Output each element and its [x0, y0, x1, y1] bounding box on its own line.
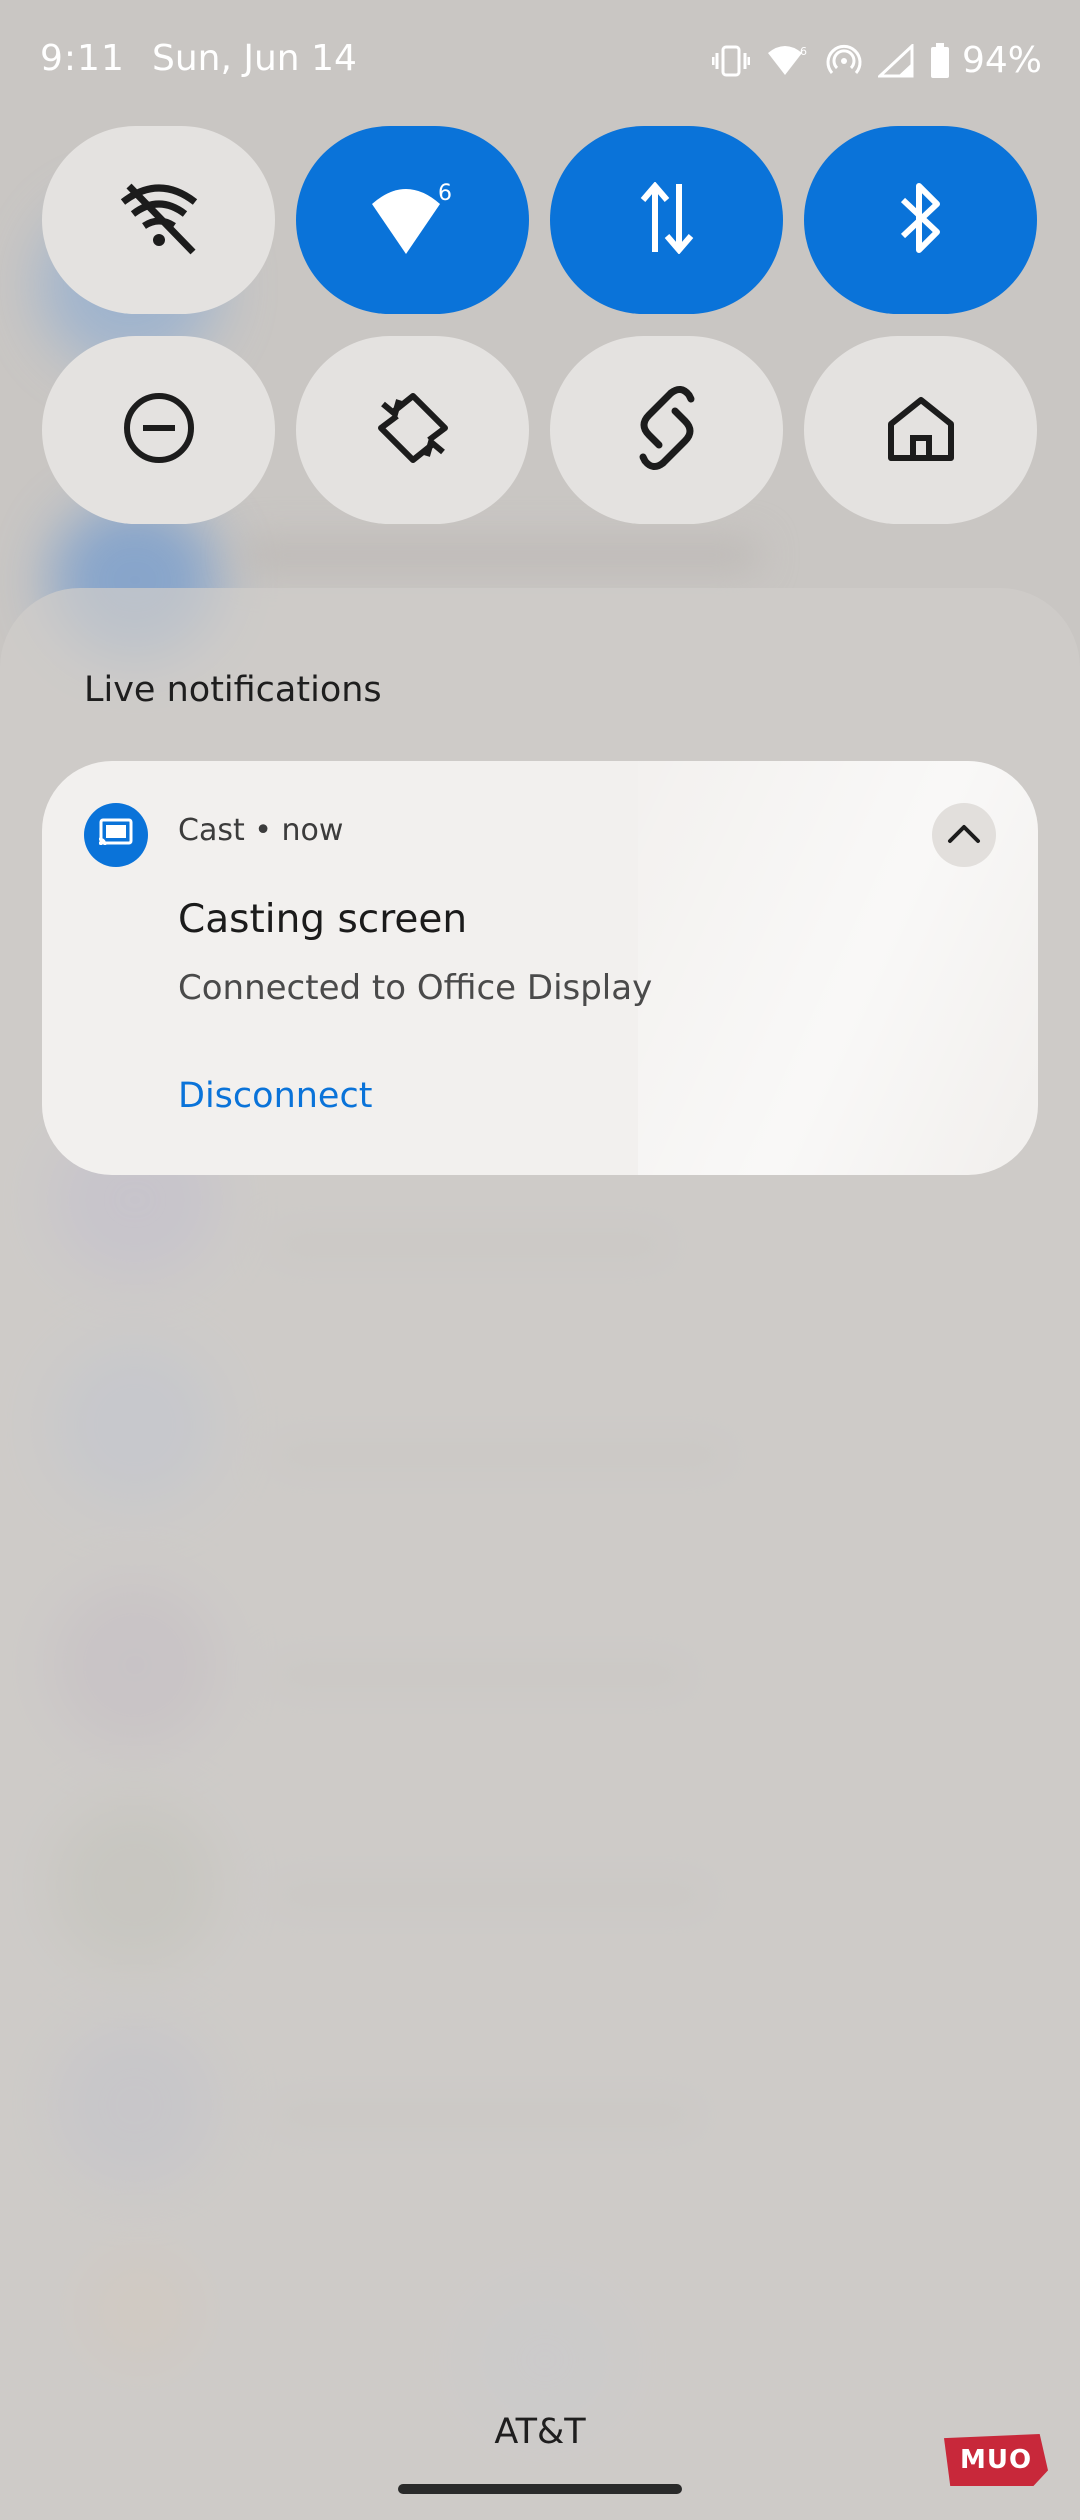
bluetooth-icon — [895, 180, 947, 260]
signal-icon — [877, 43, 914, 78]
wifi-off-icon — [117, 180, 201, 260]
home-indicator[interactable] — [398, 2484, 682, 2494]
vibrate-icon — [711, 44, 750, 78]
rotate-icon — [375, 390, 451, 470]
chevron-up-icon — [947, 822, 981, 848]
cast-icon — [97, 817, 135, 853]
qs-tile-auto-rotate[interactable] — [296, 336, 529, 524]
minus-circle-icon — [121, 390, 197, 470]
status-icons: 6 94% — [711, 40, 1042, 81]
disconnect-button[interactable]: Disconnect — [178, 1076, 372, 1116]
wifi-6-icon: 6 — [766, 43, 810, 79]
carrier-label: AT&T — [494, 2412, 586, 2452]
battery-icon — [930, 42, 950, 79]
qs-tile-do-not-disturb[interactable] — [42, 336, 275, 524]
notification-title: Casting screen — [178, 897, 468, 942]
notification-meta: Cast • now — [178, 813, 343, 848]
collapse-button[interactable] — [932, 803, 996, 867]
qs-tile-wifi-6[interactable]: 6 — [296, 126, 529, 314]
qs-tile-home[interactable] — [804, 336, 1037, 524]
qs-tile-wifi-off[interactable] — [42, 126, 275, 314]
battery-percent: 94% — [961, 40, 1042, 81]
hotspot-icon — [826, 43, 862, 79]
app-name: Cast — [178, 813, 245, 848]
qs-tile-link[interactable] — [550, 336, 783, 524]
link-icon — [631, 385, 703, 475]
watermark-logo: MUO — [944, 2434, 1048, 2486]
qs-tile-mobile-data[interactable] — [550, 126, 783, 314]
status-bar: 9:11 Sun, Jun 14 6 94% — [0, 0, 1080, 125]
data-arrows-icon — [637, 181, 697, 258]
meta-separator: • — [254, 813, 272, 848]
notification-text: Connected to Office Display — [178, 968, 653, 1008]
svg-text:6: 6 — [800, 45, 807, 58]
qs-tile-bluetooth[interactable] — [804, 126, 1037, 314]
status-time: 9:11 — [40, 38, 125, 79]
home-icon — [885, 394, 957, 466]
svg-text:6: 6 — [438, 181, 452, 206]
notification-time: now — [281, 813, 344, 848]
app-icon — [84, 803, 148, 867]
section-title: Live notifications — [84, 670, 382, 710]
notification-card[interactable]: Cast • now Casting screen Connected to O… — [42, 761, 1038, 1175]
status-date: Sun, Jun 14 — [152, 38, 357, 79]
wifi-6-icon: 6 — [368, 178, 458, 262]
